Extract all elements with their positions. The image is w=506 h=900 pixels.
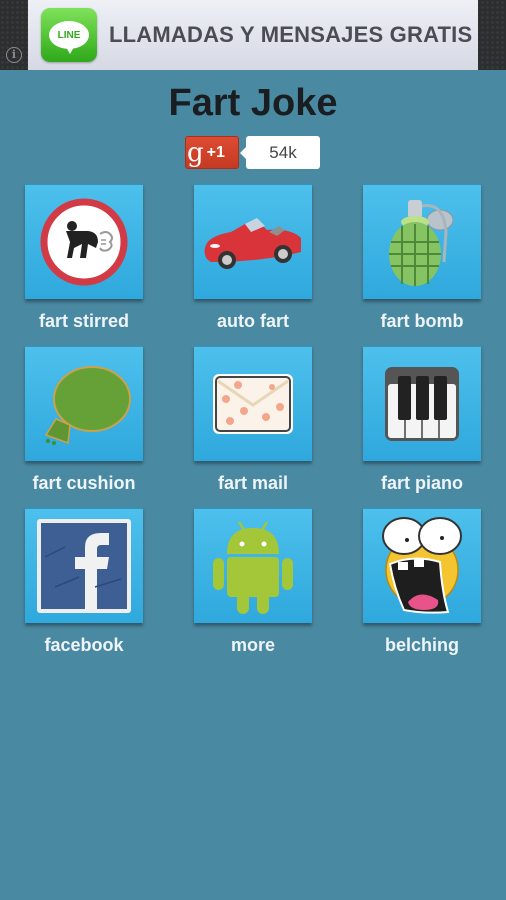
facebook-icon xyxy=(37,519,131,613)
tile-button[interactable] xyxy=(363,507,481,623)
line-logo-icon: LINE xyxy=(41,8,97,62)
tile-button[interactable] xyxy=(194,183,312,299)
screaming-face-icon xyxy=(382,517,462,614)
tile-button[interactable] xyxy=(194,507,312,623)
tile-more[interactable]: more xyxy=(194,507,312,656)
tile-label: fart piano xyxy=(380,473,463,493)
tile-fart-bomb[interactable]: fart bomb xyxy=(363,183,481,332)
tile-label: fart stirred xyxy=(38,311,130,331)
ad-bar: LINE LLAMADAS Y MENSAJES GRATIS i xyxy=(0,0,506,70)
tile-label: fart mail xyxy=(217,473,289,493)
ad-text: LLAMADAS Y MENSAJES GRATIS xyxy=(109,22,473,47)
tile-button[interactable] xyxy=(25,507,143,623)
tile-fart-mail[interactable]: fart mail xyxy=(194,345,312,494)
google-plus-one-button[interactable]: g +1 xyxy=(185,136,239,169)
plus-one-label: +1 xyxy=(206,143,225,161)
ad-banner[interactable]: LINE LLAMADAS Y MENSAJES GRATIS xyxy=(28,0,478,70)
plus-one-count: 54k xyxy=(240,136,320,169)
tile-belching[interactable]: belching xyxy=(363,507,481,656)
tile-button[interactable] xyxy=(194,345,312,461)
tile-label: facebook xyxy=(44,635,124,655)
android-icon xyxy=(213,521,293,614)
tile-fart-cushion[interactable]: fart cushion xyxy=(25,345,143,494)
red-convertible-car-icon xyxy=(204,218,301,269)
tile-button[interactable] xyxy=(25,345,143,461)
tile-label: fart cushion xyxy=(32,473,136,493)
piano-keys-icon xyxy=(385,367,459,441)
tile-auto-fart[interactable]: auto fart xyxy=(194,183,312,332)
tile-label: auto fart xyxy=(217,311,289,331)
info-icon[interactable]: i xyxy=(6,47,22,63)
tile-button[interactable] xyxy=(363,345,481,461)
envelope-icon xyxy=(213,374,293,434)
google-g-icon: g xyxy=(187,137,204,168)
tile-button[interactable] xyxy=(363,183,481,299)
tile-label: belching xyxy=(384,635,459,655)
page-title: Fart Joke xyxy=(168,82,338,124)
tile-fart-piano[interactable]: fart piano xyxy=(363,345,481,494)
grenade-icon xyxy=(389,200,454,286)
no-fart-sign-icon xyxy=(40,198,128,286)
tile-label: fart bomb xyxy=(380,311,464,331)
tile-fart-stirred[interactable]: fart stirred xyxy=(25,183,143,332)
tile-button[interactable] xyxy=(25,183,143,299)
tile-label: more xyxy=(230,635,275,655)
line-logo-text: LINE xyxy=(49,21,89,54)
tile-facebook[interactable]: facebook xyxy=(25,507,143,656)
whoopee-cushion-icon xyxy=(44,366,131,445)
